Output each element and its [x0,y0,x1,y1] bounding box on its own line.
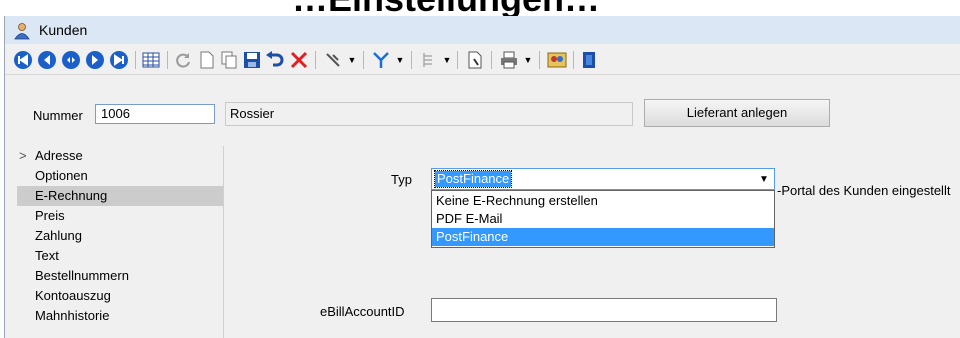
previous-icon [38,51,56,69]
structure-dropdown-arrow[interactable]: ▼ [442,50,452,70]
section-nav: > Adresse Optionen E-Rechnung Preis Zahl… [17,146,224,338]
new-button[interactable] [197,50,217,70]
toolbar: ▼ ▼ ▼ ▼ [5,46,960,75]
undo-icon [266,51,284,67]
toolbar-separator [135,51,136,69]
form-area: Nummer 1006 Rossier Lieferant anlegen > … [5,76,960,338]
save-icon [244,52,260,68]
document-button[interactable] [465,50,485,70]
chevron-down-icon: ▼ [347,55,357,65]
save-button[interactable] [242,50,262,70]
first-record-button[interactable] [13,50,33,70]
toolbar-separator [573,51,574,69]
toolbar-separator [539,51,540,69]
expand-arrow-icon[interactable]: > [19,146,27,166]
next-icon [86,51,104,69]
option-pdf-email[interactable]: PDF E-Mail [432,210,774,228]
nav-item-mahnhistorie[interactable]: Mahnhistorie [17,306,223,326]
cropped-document-heading: …Einstellungen… [0,0,960,16]
title-bar: Kunden [5,16,960,44]
chevron-down-icon[interactable]: ▼ [754,169,774,189]
new-document-icon [200,51,214,69]
chevron-down-icon: ▼ [523,55,533,65]
refresh-icon [176,53,190,68]
print-button[interactable] [499,50,519,70]
contacts-icon [547,52,567,68]
partially-hidden-hint: -Portal des Kunden eingestellt [777,183,951,198]
nav-item-text[interactable]: Text [17,246,223,266]
toolbar-separator [363,51,364,69]
previous-record-button[interactable] [37,50,57,70]
print-dropdown-arrow[interactable]: ▼ [523,50,533,70]
typ-dropdown-list: Keine E-Rechnung erstellen PDF E-Mail Po… [431,190,775,248]
filter-icon [373,52,389,68]
typ-label: Typ [391,172,412,187]
toolbar-separator [167,51,168,69]
last-icon [110,51,128,69]
nav-item-bestellnummern[interactable]: Bestellnummern [17,266,223,286]
option-keine-e-rechnung[interactable]: Keine E-Rechnung erstellen [432,192,774,210]
delete-button[interactable] [289,50,309,70]
nummer-field[interactable]: 1006 [95,104,215,124]
table-view-button[interactable] [141,50,161,70]
exit-door-icon [583,52,595,68]
toolbar-separator [491,51,492,69]
lieferant-anlegen-button[interactable]: Lieferant anlegen [644,99,830,127]
ebill-account-id-field[interactable] [431,298,777,322]
users-icon [13,22,31,40]
pin-dropdown-arrow[interactable]: ▼ [347,50,357,70]
nav-item-e-rechnung[interactable]: E-Rechnung [17,186,223,206]
chevron-down-icon: ▼ [442,55,452,65]
option-postfinance[interactable]: PostFinance [432,228,774,246]
customer-name-field[interactable]: Rossier [225,102,633,126]
exit-button[interactable] [579,50,599,70]
contacts-button[interactable] [547,50,567,70]
delete-icon [290,51,308,69]
toolbar-separator [315,51,316,69]
ebill-account-id-label: eBillAccountID [320,304,405,319]
last-record-button[interactable] [109,50,129,70]
table-icon [142,52,160,68]
search-record-icon [62,51,80,69]
filter-dropdown-arrow[interactable]: ▼ [395,50,405,70]
nav-item-kontoauszug[interactable]: Kontoauszug [17,286,223,306]
copy-button[interactable] [219,50,239,70]
first-icon [14,51,32,69]
pin-button[interactable] [323,50,343,70]
typ-select[interactable]: PostFinance ▼ [431,168,775,190]
structure-button[interactable] [419,50,439,70]
tree-icon [423,53,432,67]
nav-item-preis[interactable]: Preis [17,206,223,226]
copy-icon [221,51,237,69]
typ-selected-value: PostFinance [433,170,513,188]
undo-button[interactable] [265,50,285,70]
filter-button[interactable] [371,50,391,70]
window-title: Kunden [39,22,88,38]
toolbar-separator [457,51,458,69]
kunden-window: Kunden ▼ ▼ ▼ ▼ Nummer 1006 Rossier Liefe… [4,16,960,338]
nummer-label: Nummer [33,108,83,123]
next-record-button[interactable] [85,50,105,70]
toolbar-separator [411,51,412,69]
nav-item-adresse[interactable]: > Adresse [17,146,223,166]
record-search-button[interactable] [61,50,81,70]
nav-item-optionen[interactable]: Optionen [17,166,223,186]
refresh-button[interactable] [173,50,193,70]
nav-item-zahlung[interactable]: Zahlung [17,226,223,246]
chevron-down-icon: ▼ [395,55,405,65]
pin-icon [326,53,340,67]
print-icon [501,51,517,69]
document-icon [468,51,482,69]
